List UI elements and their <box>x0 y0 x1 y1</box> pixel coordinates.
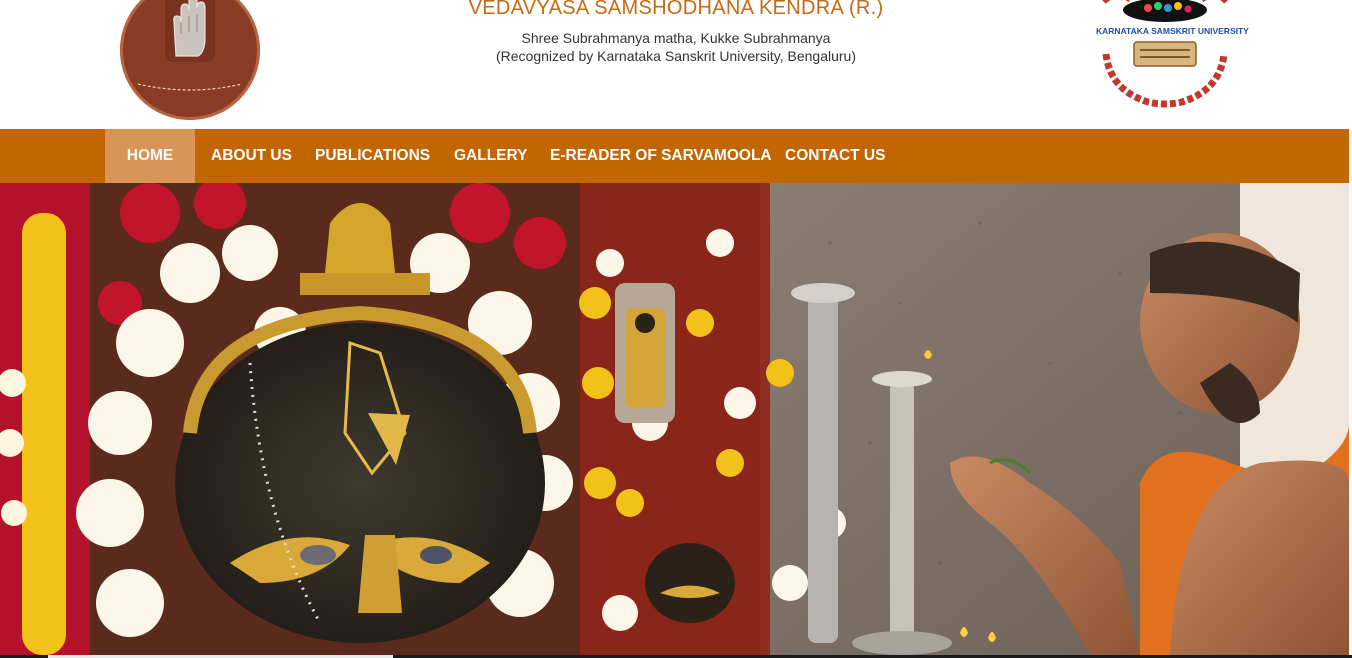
university-logo[interactable]: KARNATAKA SAMSKRIT UNIVERSITY <box>1096 0 1249 108</box>
nav-e-reader[interactable]: E-READER OF SARVAMOOLA <box>550 129 772 183</box>
university-emblem-icon <box>1102 0 1228 108</box>
site-header: VEDAVYASA SAMSHODHANA KENDRA (R.) Shree … <box>0 0 1352 129</box>
main-nav: HOME ABOUT US PUBLICATIONS GALLERY E-REA… <box>0 129 1349 183</box>
logo-script-decoration <box>137 83 243 91</box>
nav-gallery[interactable]: GALLERY <box>454 129 527 183</box>
temple-photo <box>0 183 1349 655</box>
nav-publications[interactable]: PUBLICATIONS <box>315 129 430 183</box>
university-name: KARNATAKA SAMSKRIT UNIVERSITY <box>1096 26 1249 36</box>
nav-about-us[interactable]: ABOUT US <box>211 129 292 183</box>
nav-home[interactable]: HOME <box>105 129 195 183</box>
nav-contact-us[interactable]: CONTACT US <box>785 129 885 183</box>
hero-banner-image <box>0 183 1349 655</box>
